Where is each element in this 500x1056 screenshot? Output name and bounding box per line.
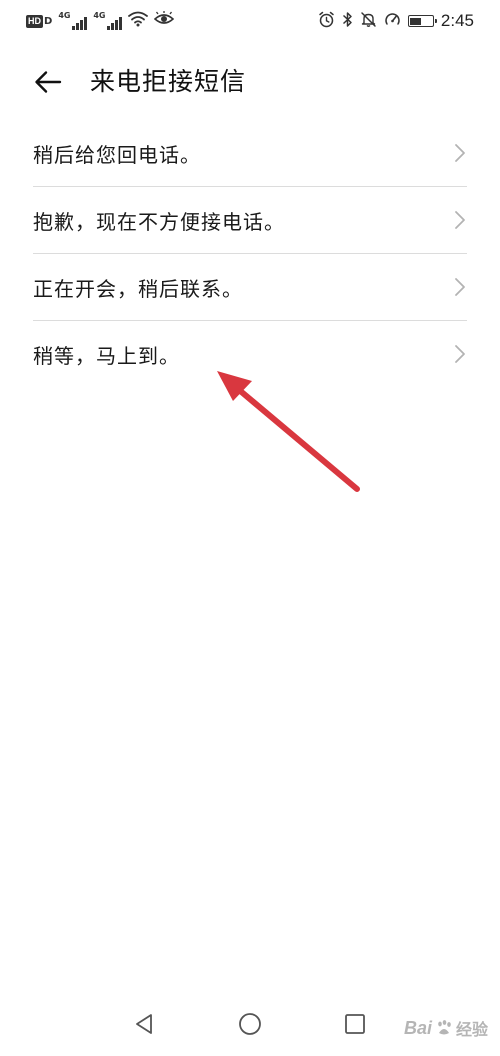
- wifi-icon: [128, 11, 149, 31]
- hd-label: HD: [26, 14, 43, 28]
- chevron-right-icon: [455, 278, 465, 296]
- nav-back-button[interactable]: [130, 1010, 158, 1038]
- reply-text: 稍等，马上到。: [33, 343, 180, 368]
- circle-home-icon: [239, 1013, 261, 1035]
- hd-voice-icon: HD D: [26, 14, 52, 28]
- app-header: 来电拒接短信: [0, 58, 500, 106]
- reply-item-2[interactable]: 抱歉，现在不方便接电话。: [33, 187, 467, 254]
- status-bar-left: HD D 4G 4G: [26, 10, 175, 32]
- chevron-right-icon: [455, 345, 465, 363]
- status-time: 2:45: [440, 11, 474, 30]
- chevron-right-icon: [455, 211, 465, 229]
- nav-home-button[interactable]: [236, 1010, 264, 1038]
- baidu-watermark: Bai 经验: [404, 1016, 488, 1040]
- watermark-suffix: 经验: [455, 1020, 488, 1039]
- reply-text: 抱歉，现在不方便接电话。: [33, 209, 285, 234]
- reply-text: 正在开会，稍后联系。: [33, 276, 243, 301]
- network-type-label-2: 4G: [93, 11, 106, 20]
- quick-reply-list: 稍后给您回电话。 抱歉，现在不方便接电话。 正在开会，稍后联系。 稍等，马上到。: [33, 120, 467, 387]
- hd-suffix: D: [44, 15, 53, 27]
- watermark-brand: Bai: [403, 1017, 432, 1038]
- signal-sim2-icon: 4G: [93, 11, 123, 30]
- paw-logo-icon: [438, 1020, 451, 1035]
- reply-item-3[interactable]: 正在开会，稍后联系。: [33, 254, 467, 321]
- reply-text: 稍后给您回电话。: [33, 142, 201, 167]
- back-arrow-icon: [35, 71, 62, 93]
- nav-recents-button[interactable]: [341, 1010, 369, 1038]
- status-bar: HD D 4G 4G 2:45: [0, 0, 500, 42]
- signal-sim1-icon: 4G: [58, 11, 88, 30]
- reply-item-4[interactable]: 稍等，马上到。: [33, 321, 467, 387]
- triangle-back-icon: [136, 1014, 152, 1034]
- bluetooth-icon: [342, 11, 353, 32]
- reply-item-1[interactable]: 稍后给您回电话。: [33, 120, 467, 187]
- square-recents-icon: [345, 1014, 365, 1034]
- alarm-icon: [318, 11, 335, 32]
- back-button[interactable]: [30, 66, 66, 98]
- eye-comfort-icon: [154, 11, 175, 31]
- status-bar-right: 2:45: [318, 9, 474, 33]
- chevron-right-icon: [455, 144, 465, 162]
- mute-icon: [360, 11, 377, 32]
- page-title: 来电拒接短信: [90, 67, 247, 96]
- network-type-label: 4G: [58, 11, 71, 20]
- battery-icon: [407, 15, 437, 27]
- speedometer-icon: [384, 11, 401, 32]
